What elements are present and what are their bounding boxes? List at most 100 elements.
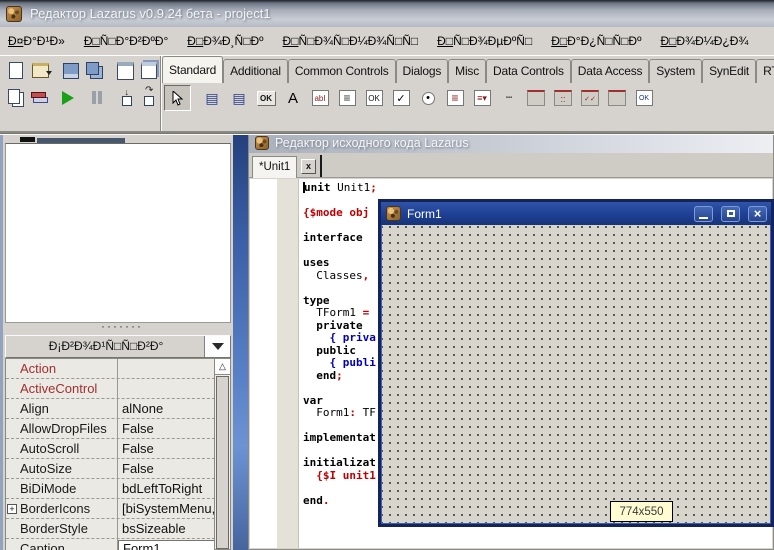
toolbar: StandardAdditionalCommon ControlsDialogs… bbox=[0, 55, 774, 133]
scrollbar-up-arrow-icon[interactable]: △ bbox=[215, 359, 230, 375]
form1-titlebar[interactable]: Form1 × bbox=[381, 202, 771, 225]
inspector-splitter[interactable]: ······· bbox=[5, 323, 231, 335]
step-into-icon[interactable] bbox=[117, 87, 137, 109]
chevron-down-icon bbox=[212, 343, 224, 350]
tedit-component-icon[interactable]: abI bbox=[308, 86, 332, 110]
component-glyph bbox=[527, 90, 545, 106]
menu-item-hotkey: Đ□ bbox=[551, 34, 567, 48]
component-glyph: ▤ bbox=[232, 90, 245, 107]
tbutton-component-icon[interactable]: OK bbox=[254, 86, 278, 110]
tab-close-icon[interactable]: x bbox=[301, 159, 316, 174]
code-line-15: end; bbox=[303, 370, 377, 383]
view-units-icon[interactable] bbox=[6, 87, 26, 109]
tcheckbox-component-icon[interactable]: ✓ bbox=[389, 86, 413, 110]
palette-tab-misc[interactable]: Misc bbox=[448, 59, 486, 83]
property-row-align[interactable]: AlignalNone bbox=[6, 399, 230, 419]
property-name: BorderStyle bbox=[6, 519, 118, 538]
property-grid-scrollbar[interactable]: △ bbox=[214, 358, 231, 550]
tactionlist-component-icon[interactable]: OK bbox=[632, 86, 656, 110]
palette-tab-common-controls[interactable]: Common Controls bbox=[288, 59, 396, 83]
tmemo-component-icon[interactable]: ≡ bbox=[335, 86, 359, 110]
palette-tab-data-controls[interactable]: Data Controls bbox=[486, 59, 571, 83]
form1-designer-window: Form1 × bbox=[378, 199, 774, 527]
code-line-0: unit Unit1; bbox=[303, 182, 377, 195]
property-row-allowdropfiles[interactable]: AllowDropFilesFalse bbox=[6, 419, 230, 439]
component-glyph: ✓✓ bbox=[581, 90, 599, 106]
palette-tab-data-access[interactable]: Data Access bbox=[571, 59, 650, 83]
new-window-icon[interactable] bbox=[115, 60, 136, 82]
palette-tab-additional[interactable]: Additional bbox=[223, 59, 288, 83]
palette-tab-dialogs[interactable]: Dialogs bbox=[396, 59, 449, 83]
editor-titlebar[interactable]: Редактор исходного кода Lazarus bbox=[249, 132, 773, 153]
menu-item-4[interactable]: Đ□Ñ□Đ¾ĐµĐºÑ□ bbox=[437, 34, 532, 48]
tcheckgroup-component-icon[interactable]: ✓✓ bbox=[578, 86, 602, 110]
property-name: BorderIcons bbox=[6, 499, 118, 518]
component-tree-panel[interactable] bbox=[5, 143, 231, 323]
code-token: ; bbox=[370, 181, 377, 194]
palette-tab-rt[interactable]: RT bbox=[756, 59, 774, 83]
code-area[interactable]: unit Unit1;{$mode objinterfaceuses Class… bbox=[303, 182, 377, 507]
size-tooltip: 774x550 bbox=[610, 501, 673, 522]
tradiobutton-component-icon[interactable]: • bbox=[416, 86, 440, 110]
palette-tab-synedit[interactable]: SynEdit bbox=[702, 59, 756, 83]
ttogglebox-component-icon[interactable]: OK bbox=[362, 86, 386, 110]
property-value[interactable]: Form1 bbox=[118, 540, 229, 550]
property-row-autosize[interactable]: AutoSizeFalse bbox=[6, 459, 230, 479]
properties-page-dropdown[interactable] bbox=[204, 336, 230, 357]
property-row-bidimode[interactable]: BiDiModebdLeftToRight bbox=[6, 479, 230, 499]
property-row-autoscroll[interactable]: AutoScrollFalse bbox=[6, 439, 230, 459]
new-form-icon[interactable] bbox=[138, 60, 159, 82]
code-token: {$I unit1 bbox=[303, 469, 376, 482]
tpanel-component-icon[interactable] bbox=[605, 86, 629, 110]
tpopupmenu-component-icon[interactable]: ▤ bbox=[227, 86, 251, 110]
tmainmenu-component-icon[interactable]: ▤ bbox=[200, 86, 224, 110]
close-icon: × bbox=[754, 207, 762, 221]
close-button[interactable]: × bbox=[748, 206, 767, 222]
save-icon[interactable] bbox=[60, 60, 81, 82]
menu-item-6[interactable]: Đ□Đ¾Đ¼Đ¿Đ¾ bbox=[660, 34, 748, 48]
code-line-18: Form1: TF bbox=[303, 407, 377, 420]
tab-unit1[interactable]: *Unit1 bbox=[252, 156, 297, 178]
main-titlebar[interactable]: Редактор Lazarus v0.9.24 бета - project1 bbox=[0, 0, 774, 27]
code-token: implementat bbox=[303, 431, 376, 444]
tlabel-component-icon[interactable]: A bbox=[281, 86, 305, 110]
step-over-icon[interactable] bbox=[140, 87, 160, 109]
property-row-bordericons[interactable]: +BorderIcons[biSystemMenu,b bbox=[6, 499, 230, 519]
menu-item-2[interactable]: Đ□Đ¾Đ¸Ñ□Đº bbox=[187, 34, 263, 48]
form1-design-grid[interactable] bbox=[382, 226, 770, 523]
properties-tab[interactable]: Đ¡Đ²Đ¾Đ¹Ñ□Ñ□Đ²Đ° bbox=[5, 335, 231, 358]
palette-tab-standard[interactable]: Standard bbox=[162, 56, 223, 83]
tlistbox-component-icon[interactable]: ≡ bbox=[443, 86, 467, 110]
property-row-caption[interactable]: CaptionForm1 bbox=[6, 539, 230, 550]
menu-item-0[interactable]: Đ¤Đ°Đ¹Đ» bbox=[8, 34, 65, 48]
menu-item-1[interactable]: Đ□Ñ□Đ°Đ²ĐºĐ° bbox=[84, 34, 168, 48]
component-glyph: :: bbox=[554, 90, 572, 106]
code-line-2: {$mode obj bbox=[303, 207, 377, 220]
tradiogroup-component-icon[interactable]: :: bbox=[551, 86, 575, 110]
view-forms-icon[interactable] bbox=[29, 87, 49, 109]
expand-icon[interactable]: + bbox=[7, 504, 17, 514]
palette-tab-system[interactable]: System bbox=[649, 59, 702, 83]
minimize-button[interactable] bbox=[694, 206, 713, 222]
tcombobox-component-icon[interactable]: ≡▾ bbox=[470, 86, 494, 110]
scrollbar-thumb[interactable] bbox=[216, 376, 229, 549]
save-all-icon[interactable] bbox=[84, 60, 105, 82]
pointer-tool-button[interactable] bbox=[164, 85, 191, 111]
menu-item-3[interactable]: Đ□Ñ□Đ¾Ñ□Đ¼Đ¾Ñ□Ñ□ bbox=[283, 34, 419, 48]
property-row-borderstyle[interactable]: BorderStylebsSizeable bbox=[6, 519, 230, 539]
menu-item-5[interactable]: Đ□Đ°Đ¿Ñ□Ñ□Đº bbox=[551, 34, 641, 48]
pause-icon[interactable] bbox=[88, 87, 108, 109]
component-glyph: ≡▾ bbox=[474, 90, 491, 106]
new-unit-icon[interactable] bbox=[6, 60, 27, 82]
run-icon[interactable] bbox=[58, 87, 78, 109]
property-row-activecontrol[interactable]: ActiveControl bbox=[6, 379, 230, 399]
property-row-action[interactable]: Action bbox=[6, 359, 230, 379]
code-token: { priva bbox=[303, 331, 376, 344]
tgroupbox-component-icon[interactable] bbox=[524, 86, 548, 110]
code-token: unit bbox=[304, 181, 331, 194]
open-file-icon[interactable] bbox=[30, 60, 51, 82]
maximize-button[interactable] bbox=[721, 206, 740, 222]
tscrollbar-component-icon[interactable]: ▪▪▪ bbox=[497, 86, 521, 110]
code-token: TForm1 bbox=[303, 306, 363, 319]
component-palette: StandardAdditionalCommon ControlsDialogs… bbox=[162, 56, 774, 134]
